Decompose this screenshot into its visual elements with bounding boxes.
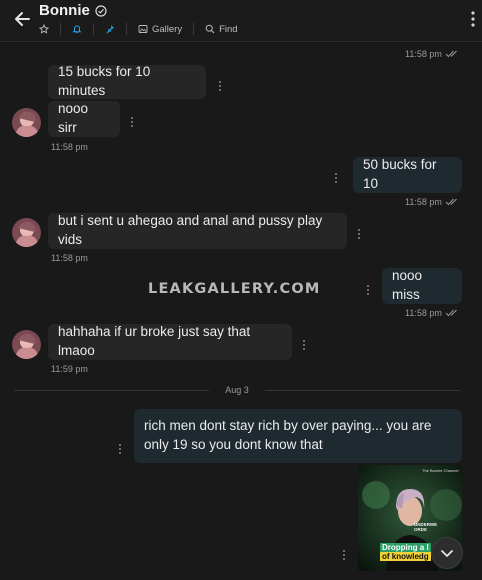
video-caption: Dropping a l of knowledg — [380, 543, 431, 562]
message-time: 11:58 pm — [405, 197, 459, 207]
find-button[interactable]: Find — [194, 23, 248, 35]
bell-icon — [72, 25, 82, 34]
message-time: 11:59 pm — [51, 364, 88, 374]
search-icon — [205, 24, 215, 34]
message-options-icon[interactable] — [130, 116, 134, 128]
star-icon — [39, 24, 49, 34]
avatar[interactable] — [12, 108, 41, 137]
date-label: Aug 3 — [225, 385, 249, 395]
message-text: rich men dont stay rich by over paying..… — [144, 418, 432, 452]
message-options-icon[interactable] — [118, 443, 122, 455]
message-options-icon[interactable] — [302, 339, 306, 351]
message-time: 11:58 pm — [51, 253, 88, 263]
message-bubble-incoming[interactable]: hahhaha if ur broke just say that lmaoo — [48, 324, 292, 360]
date-separator: Aug 3 — [14, 384, 460, 396]
notifications-button[interactable] — [61, 23, 94, 35]
chat-title[interactable]: Bonnie — [39, 2, 90, 19]
double-check-icon — [445, 198, 457, 206]
gallery-label: Gallery — [152, 23, 183, 35]
chat-header: Bonnie Gallery Find — [0, 0, 482, 42]
gallery-button[interactable]: Gallery — [127, 23, 195, 35]
message-bubble-incoming[interactable]: 15 bucks for 10 minutes — [48, 64, 206, 99]
verified-icon — [95, 4, 107, 17]
double-check-icon — [445, 309, 457, 317]
pin-icon — [106, 25, 114, 34]
message-time: 11:58 pm — [405, 308, 459, 318]
message-bubble-outgoing[interactable]: rich men dont stay rich by over paying..… — [134, 409, 462, 463]
message-bubble-outgoing[interactable]: nooo miss — [382, 268, 462, 304]
message-options-icon[interactable] — [357, 228, 361, 240]
message-text: 15 bucks for 10 minutes — [58, 64, 151, 98]
gallery-icon — [138, 25, 148, 33]
pin-button[interactable] — [94, 23, 127, 35]
message-bubble-incoming[interactable]: but i sent u ahegao and anal and pussy p… — [48, 213, 347, 249]
favorite-button[interactable] — [39, 23, 61, 35]
message-options-icon[interactable] — [334, 172, 338, 184]
avatar[interactable] — [12, 330, 41, 359]
message-text: but i sent u ahegao and anal and pussy p… — [58, 213, 323, 247]
header-toolbar: Gallery Find — [39, 23, 249, 35]
watermark: LEAKGALLERY.COM — [148, 281, 321, 297]
find-label: Find — [219, 23, 238, 35]
message-bubble-incoming[interactable]: nooo sirr — [48, 101, 120, 137]
message-options-icon[interactable] — [342, 549, 346, 561]
message-text: 50 bucks for 10 — [363, 157, 437, 191]
video-shirt-text: UNDERWE ORDE — [414, 522, 438, 532]
title-row: Bonnie — [39, 2, 107, 19]
message-text: nooo miss — [392, 268, 423, 302]
message-options-icon[interactable] — [218, 80, 222, 92]
video-brand: The Bonnie Channel — [422, 468, 459, 473]
double-check-icon — [445, 50, 457, 58]
message-time: 11:58 pm — [51, 142, 88, 152]
avatar[interactable] — [12, 218, 41, 247]
message-bubble-outgoing[interactable]: 50 bucks for 10 — [353, 157, 462, 193]
message-text: nooo sirr — [58, 101, 89, 135]
scroll-to-bottom-button[interactable] — [431, 537, 463, 569]
message-options-icon[interactable] — [366, 284, 370, 296]
message-text: hahhaha if ur broke just say that lmaoo — [58, 324, 251, 358]
chevron-down-icon — [441, 550, 453, 557]
message-time: 11:58 pm — [405, 49, 459, 59]
more-options-icon[interactable] — [470, 10, 476, 28]
back-arrow-icon[interactable] — [12, 9, 32, 29]
